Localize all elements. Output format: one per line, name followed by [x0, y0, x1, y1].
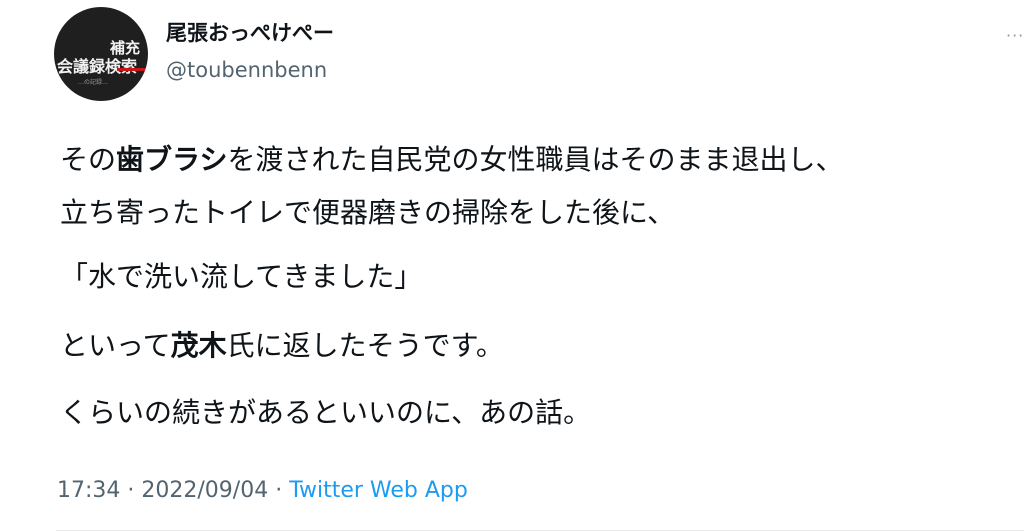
tweet-text-segment: 氏に返したそうです。	[226, 329, 504, 362]
avatar-text-small: …の記録…	[78, 79, 109, 86]
tweet-metadata: 17:34 · 2022/09/04 · Twitter Web App	[57, 474, 468, 508]
separator: ·	[120, 478, 142, 503]
tweet-line-3: 「水で洗い流してきました」	[60, 260, 423, 293]
tweet-line-2: 立ち寄ったトイレで便器磨きの掃除をした後に、	[60, 196, 676, 229]
avatar-strike-mark	[117, 68, 148, 71]
tweet-source-link[interactable]: Twitter Web App	[289, 478, 468, 503]
avatar-text-main: 会議録検索	[57, 57, 138, 76]
tweet-line-1: その歯ブラシを渡された自民党の女性職員はそのまま退出し、	[60, 140, 843, 180]
avatar[interactable]: 補充 会議録検索 …の記録…	[54, 7, 148, 101]
tweet-text-bold: 歯ブラシ	[116, 143, 228, 176]
tweet-text-segment: その	[60, 143, 117, 176]
tweet-line-5: くらいの続きがあるといいのに、あの話。	[60, 396, 592, 429]
tweet-text-bold: 茂木	[170, 329, 227, 362]
tweet-line-4: といって茂木氏に返したそうです。	[60, 326, 504, 366]
tweet-text-segment: を渡された自民党の女性職員はそのまま退出し、	[227, 143, 844, 176]
author-handle[interactable]: @toubennbenn	[166, 56, 327, 84]
tweet-text-segment: といって	[60, 329, 171, 362]
separator: ·	[268, 478, 290, 503]
more-options-icon[interactable]: ···	[1006, 26, 1024, 45]
author-display-name[interactable]: 尾張おっぺけぺー	[166, 19, 334, 47]
tweet-time[interactable]: 17:34	[57, 478, 120, 503]
divider	[56, 530, 1024, 531]
tweet-date[interactable]: 2022/09/04	[141, 478, 268, 503]
avatar-text-top: 補充	[110, 39, 141, 57]
